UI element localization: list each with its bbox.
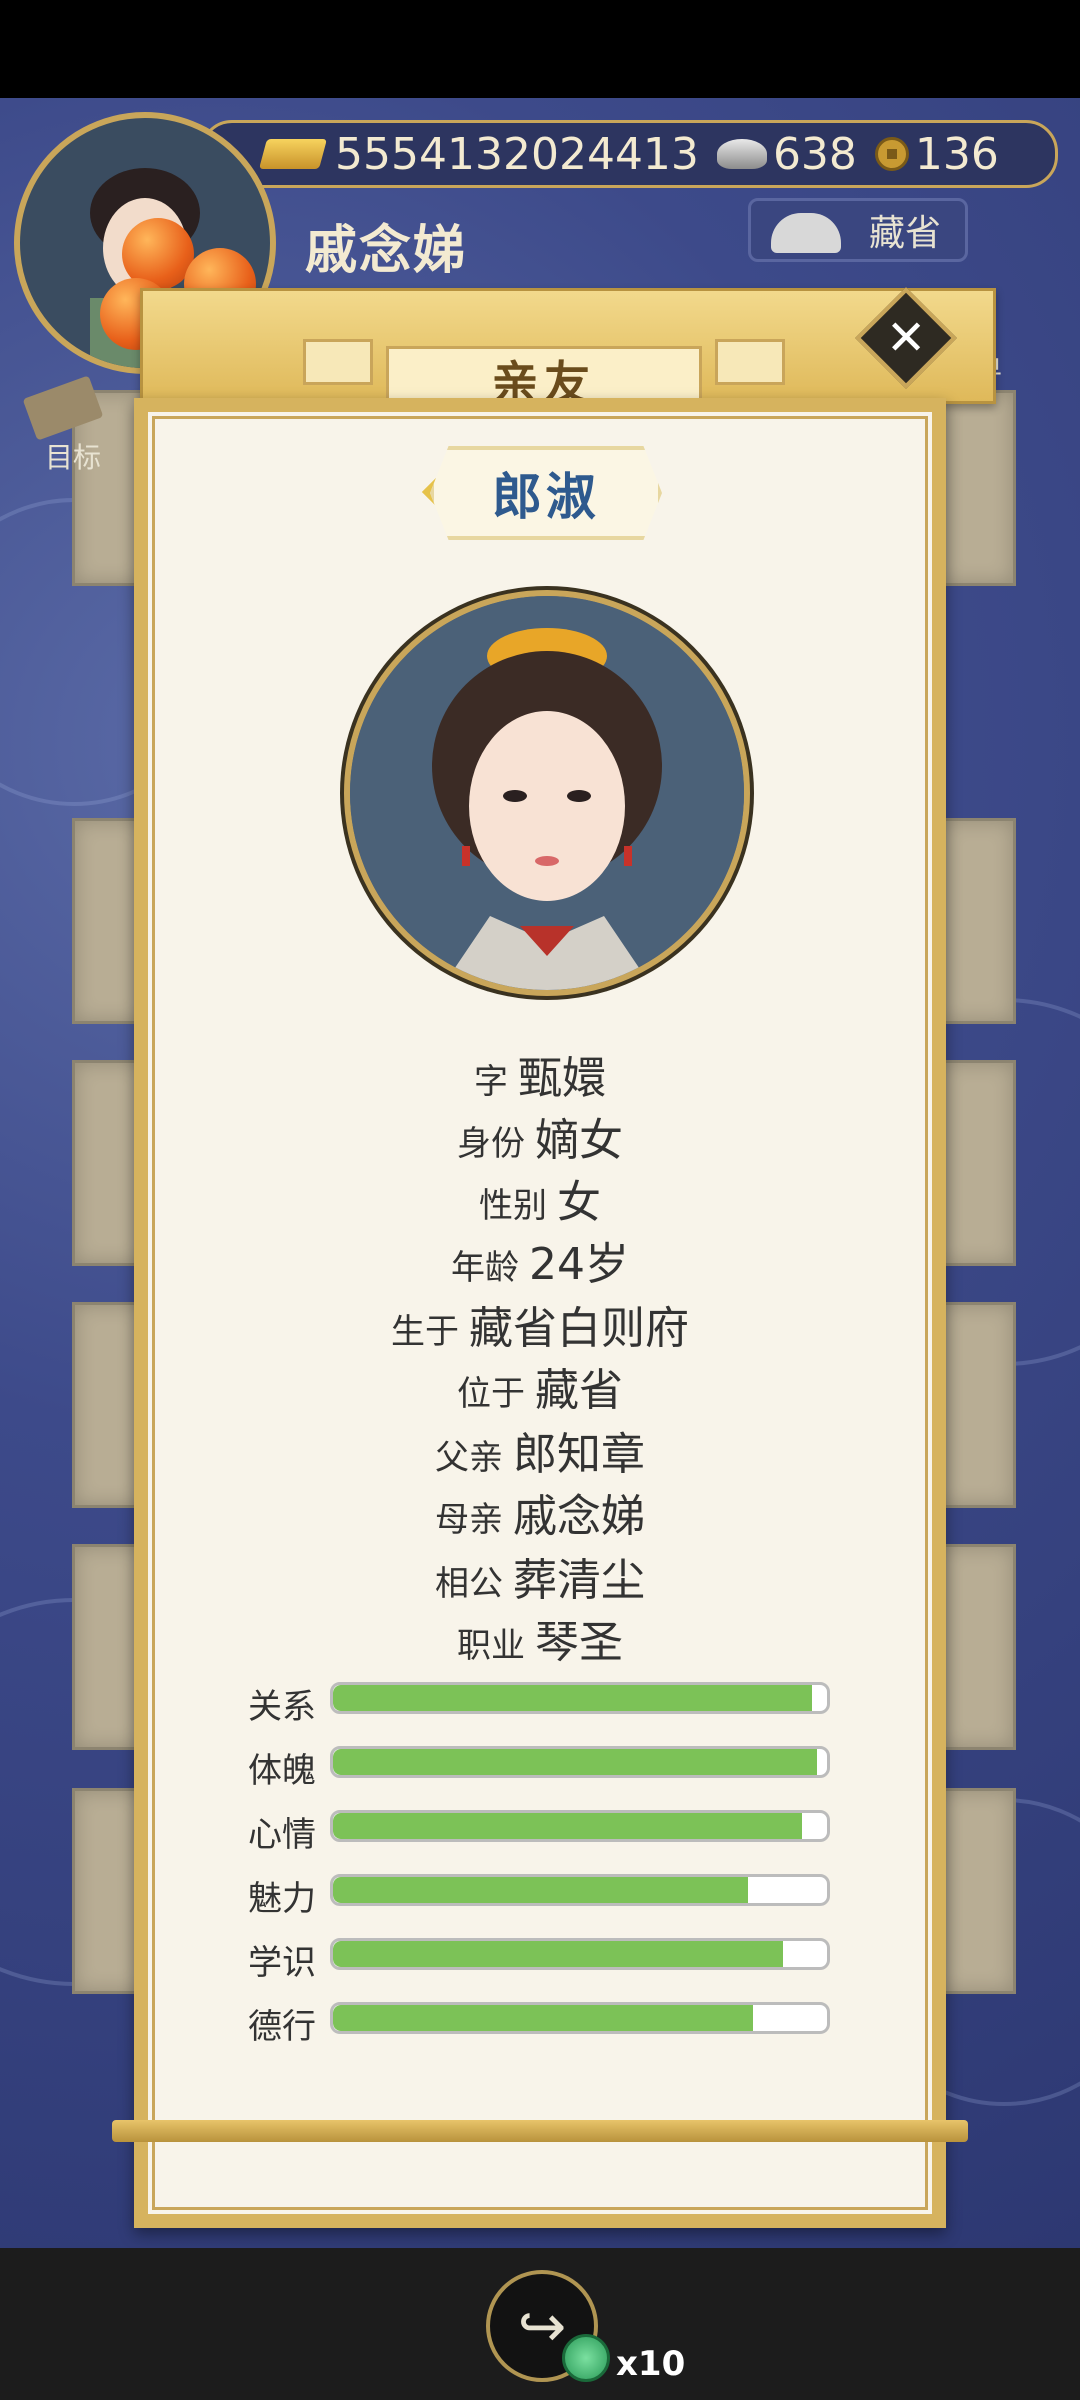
info-row: 父亲 郎知章 <box>0 1418 1080 1482</box>
woman-portrait-icon <box>350 596 744 990</box>
stat-label: 关系 <box>248 1687 316 1727</box>
silver-ingot-icon <box>716 139 767 169</box>
silver-amount: 638 <box>772 128 857 180</box>
stat-label: 魅力 <box>248 1879 316 1919</box>
coin-amount: 136 <box>914 128 999 180</box>
province-label: 藏省 <box>868 213 941 254</box>
info-label: 年龄 <box>451 1248 519 1288</box>
info-value: 琴圣 <box>535 1617 623 1668</box>
gold-amount: 5554132024413 <box>335 128 699 180</box>
info-row: 年龄 24岁 <box>0 1228 1080 1292</box>
stat-label: 学识 <box>248 1943 316 1983</box>
stat-bar-fill <box>333 1749 818 1775</box>
bg-list-card <box>940 1788 1016 1994</box>
currency-bar: 5554132024413 638 136 <box>200 120 1058 188</box>
info-value: 女 <box>557 1177 601 1228</box>
close-icon: ✕ <box>885 310 927 366</box>
bg-list-card <box>940 818 1016 1024</box>
stat-bar-fill <box>333 2005 753 2031</box>
info-label: 位于 <box>457 1374 525 1414</box>
stat-label: 体魄 <box>248 1751 316 1791</box>
info-label: 生于 <box>391 1312 459 1352</box>
player-name: 戚念娣 <box>305 221 468 281</box>
stat-bar-fill <box>333 1877 748 1903</box>
info-row: 身份 嫡女 <box>0 1104 1080 1168</box>
iron-icon <box>771 213 841 253</box>
info-row: 位于 藏省 <box>0 1354 1080 1418</box>
info-label: 母亲 <box>435 1500 503 1540</box>
target-label: 目标 <box>45 441 102 474</box>
scroll-ornament <box>303 339 373 385</box>
stat-bar-fill <box>333 1941 783 1967</box>
stat-bar <box>330 2002 830 2034</box>
info-row: 职业 琴圣 <box>0 1606 1080 1670</box>
stat-bar <box>330 1810 830 1842</box>
scroll-bottom-rod <box>112 2120 968 2142</box>
stat-bar <box>330 1874 830 1906</box>
info-label: 身份 <box>457 1124 525 1164</box>
info-value: 葬清尘 <box>513 1555 645 1606</box>
info-value: 戚念娣 <box>513 1491 645 1542</box>
info-label: 父亲 <box>435 1438 503 1478</box>
person-portrait <box>344 590 750 996</box>
stat-label: 心情 <box>248 1815 316 1855</box>
info-row: 生于 藏省白则府 <box>0 1292 1080 1356</box>
person-name: 郎淑 <box>430 446 662 540</box>
info-row: 性别女 <box>0 1166 1080 1230</box>
info-row: 相公 葬清尘 <box>0 1544 1080 1608</box>
info-label: 字 <box>474 1062 508 1102</box>
stat-bar <box>330 1746 830 1778</box>
info-row: 字甄嬛 <box>0 1042 1080 1106</box>
info-value: 24岁 <box>529 1239 629 1290</box>
info-label: 性别 <box>479 1186 547 1226</box>
info-value: 郎知章 <box>513 1429 645 1480</box>
bg-list-card <box>940 390 1016 586</box>
info-label: 职业 <box>457 1626 525 1666</box>
stat-bar-fill <box>333 1813 803 1839</box>
info-value: 藏省白则府 <box>469 1303 689 1354</box>
share-icon: ↪ <box>517 2292 567 2360</box>
jade-token-icon <box>562 2334 610 2382</box>
copper-coin-icon <box>874 137 909 171</box>
share-reward-count: x10 <box>616 2344 686 2384</box>
stat-bar <box>330 1682 830 1714</box>
info-value: 藏省 <box>535 1365 623 1416</box>
scroll-ornament <box>715 339 785 385</box>
gold-ingot-icon <box>258 139 328 169</box>
info-row: 母亲 戚念娣 <box>0 1480 1080 1544</box>
province-button[interactable]: 藏省 <box>748 198 968 262</box>
info-value: 嫡女 <box>535 1115 623 1166</box>
stat-bar-fill <box>333 1685 813 1711</box>
info-label: 相公 <box>435 1564 503 1604</box>
stat-bar <box>330 1938 830 1970</box>
info-value: 甄嬛 <box>518 1053 606 1104</box>
stat-label: 德行 <box>248 2007 316 2047</box>
